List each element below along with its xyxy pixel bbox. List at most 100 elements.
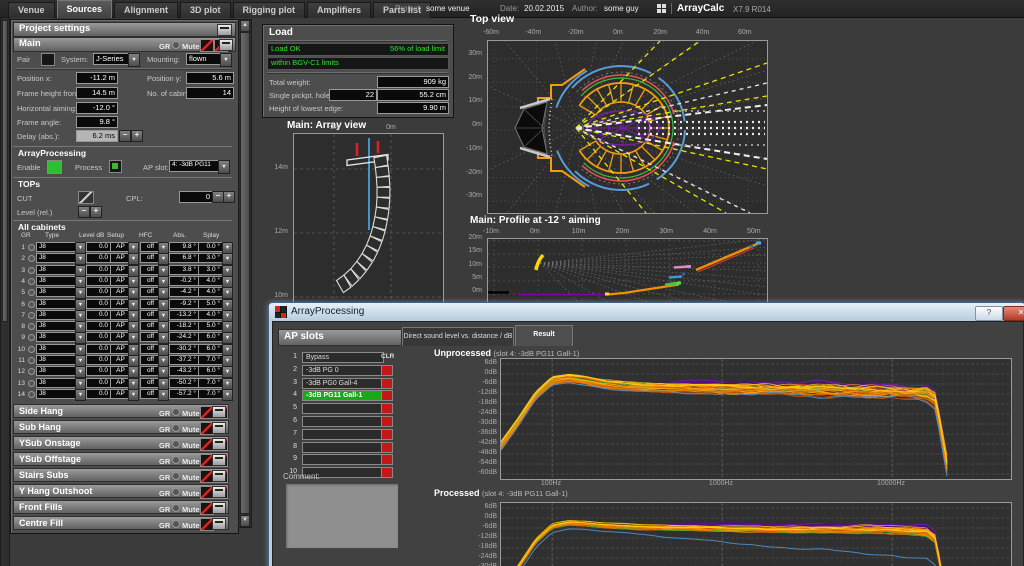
main-section-header[interactable]: Main GR Mute [13, 37, 236, 52]
cabinet-setup-dropdown-button[interactable]: ▼ [128, 253, 139, 265]
cabinet-hfc-dropdown-button[interactable]: ▼ [158, 321, 169, 333]
cut-button[interactable] [78, 191, 94, 204]
clr-button[interactable] [381, 454, 393, 465]
cabinet-hfc-dropdown-button[interactable]: ▼ [158, 332, 169, 344]
collapse-group-button[interactable] [212, 502, 226, 514]
cabinet-level-field[interactable]: 0.0 [86, 366, 111, 376]
cabinet-level-field[interactable]: 0.0 [86, 242, 111, 252]
cabinet-type-select[interactable]: J8 [36, 299, 78, 309]
collapse-group-button[interactable] [212, 422, 226, 434]
cabinet-gr-indicator[interactable] [28, 380, 35, 387]
ap-slot-6[interactable] [302, 416, 384, 427]
cabinet-level-field[interactable]: 0.0 [86, 321, 111, 331]
cabinet-hfc-dropdown-button[interactable]: ▼ [158, 242, 169, 254]
aiming-field[interactable]: -12.0 ° [76, 102, 118, 114]
cabinet-level-field[interactable]: 0.0 [86, 344, 111, 354]
cabinet-gr-indicator[interactable] [28, 368, 35, 375]
project-settings-scrollbar[interactable]: ▲ ▼ [238, 19, 252, 528]
cpl-plus-button[interactable]: + [223, 191, 235, 203]
collapse-project-settings-button[interactable] [217, 24, 232, 36]
cabinet-gr-indicator[interactable] [28, 289, 35, 296]
gr-indicator[interactable] [172, 520, 180, 528]
cabinet-splay-dropdown-button[interactable]: ▼ [222, 332, 233, 344]
cabinet-splay-field[interactable]: 7.0 ° [198, 355, 223, 365]
cabinet-type-select[interactable]: J8 [36, 389, 78, 399]
tab-venue[interactable]: Venue [8, 2, 55, 18]
cabinet-level-field[interactable]: 0.0 [86, 310, 111, 320]
ap-slot-select[interactable]: 4: -3dB PG11 [169, 160, 221, 172]
collapse-group-button[interactable] [212, 438, 226, 450]
ap-tab-direct-sound[interactable]: Direct sound level vs. distance / dB [402, 327, 514, 346]
cabinet-setup-dropdown-button[interactable]: ▼ [128, 378, 139, 390]
group-header-ysub-offstage[interactable]: YSub OffstageGRMute [13, 452, 229, 466]
cabinet-splay-field[interactable]: 6.0 ° [198, 344, 223, 354]
ap-slot-2[interactable]: -3dB PG 0 [302, 365, 384, 376]
cabinet-type-dropdown-button[interactable]: ▼ [75, 321, 86, 333]
gr-indicator[interactable] [172, 456, 180, 464]
cabinet-splay-dropdown-button[interactable]: ▼ [222, 299, 233, 311]
cabinet-splay-field[interactable]: 4.0 ° [198, 310, 223, 320]
cabinet-setup-dropdown-button[interactable]: ▼ [128, 310, 139, 322]
cabinet-gr-indicator[interactable] [28, 255, 35, 262]
cabinet-splay-field[interactable]: 5.0 ° [198, 299, 223, 309]
cabinet-type-select[interactable]: J8 [36, 253, 78, 263]
cabinet-type-dropdown-button[interactable]: ▼ [75, 366, 86, 378]
cabinet-splay-field[interactable]: 7.0 ° [198, 389, 223, 399]
ap-slot-5[interactable] [302, 403, 384, 414]
cabinet-hfc-dropdown-button[interactable]: ▼ [158, 287, 169, 299]
cabinet-splay-dropdown-button[interactable]: ▼ [222, 344, 233, 356]
cabinet-type-dropdown-button[interactable]: ▼ [75, 344, 86, 356]
cabinet-hfc-dropdown-button[interactable]: ▼ [158, 366, 169, 378]
gr-indicator[interactable] [172, 488, 180, 496]
cabinet-gr-indicator[interactable] [28, 244, 35, 251]
frame-angle-field[interactable]: 9.8 ° [76, 116, 118, 128]
collapse-group-button[interactable] [212, 486, 226, 498]
cabinet-type-dropdown-button[interactable]: ▼ [75, 253, 86, 265]
cabinet-splay-field[interactable]: 7.0 ° [198, 378, 223, 388]
clr-button[interactable] [381, 378, 393, 389]
cabinet-type-dropdown-button[interactable]: ▼ [75, 265, 86, 277]
gr-indicator[interactable] [172, 424, 180, 432]
cabinet-type-select[interactable]: J8 [36, 321, 78, 331]
cabinet-splay-dropdown-button[interactable]: ▼ [222, 378, 233, 390]
cabinet-hfc-dropdown-button[interactable]: ▼ [158, 276, 169, 288]
cabinet-level-field[interactable]: 0.0 [86, 299, 111, 309]
cabinet-type-dropdown-button[interactable]: ▼ [75, 276, 86, 288]
cabinet-splay-field[interactable]: 0.0 ° [198, 242, 223, 252]
group-header-stairs-subs[interactable]: Stairs SubsGRMute [13, 468, 229, 482]
cabinet-splay-field[interactable]: 3.0 ° [198, 253, 223, 263]
group-header-side-hang[interactable]: Side HangGRMute [13, 404, 229, 418]
cabinet-gr-indicator[interactable] [28, 346, 35, 353]
array-view-plot[interactable] [293, 133, 444, 305]
cabinet-gr-indicator[interactable] [28, 323, 35, 330]
cabinet-type-select[interactable]: J8 [36, 378, 78, 388]
ap-slot-8[interactable] [302, 442, 384, 453]
frame-height-field[interactable]: 14.5 m [76, 87, 118, 99]
scroll-down-icon[interactable]: ▼ [240, 515, 250, 527]
tab-3d-plot[interactable]: 3D plot [180, 2, 231, 18]
delay-plus-button[interactable]: + [131, 130, 143, 142]
cabinet-level-field[interactable]: 0.0 [86, 265, 111, 275]
ap-tab-result[interactable]: Result [515, 325, 573, 346]
cabinet-splay-dropdown-button[interactable]: ▼ [222, 366, 233, 378]
ap-slot-9[interactable] [302, 454, 384, 465]
collapse-main-button[interactable] [219, 39, 233, 51]
cabinet-level-field[interactable]: 0.0 [86, 287, 111, 297]
chart-plot-processed[interactable] [500, 502, 1012, 566]
cabinet-type-select[interactable]: J8 [36, 265, 78, 275]
cabinet-setup-dropdown-button[interactable]: ▼ [128, 355, 139, 367]
process-checkbox[interactable] [109, 160, 122, 173]
tab-alignment[interactable]: Alignment [114, 2, 178, 18]
cabinet-setup-dropdown-button[interactable]: ▼ [128, 299, 139, 311]
cabinet-splay-field[interactable]: 6.0 ° [198, 332, 223, 342]
help-button[interactable]: ? [975, 306, 1003, 321]
cabinet-type-dropdown-button[interactable]: ▼ [75, 299, 86, 311]
close-button[interactable]: ✕ [1003, 306, 1024, 321]
cabinet-setup-dropdown-button[interactable]: ▼ [128, 265, 139, 277]
ap-slot-7[interactable] [302, 429, 384, 440]
cabinet-gr-indicator[interactable] [28, 334, 35, 341]
scroll-up-icon[interactable]: ▲ [240, 20, 250, 32]
cabinet-splay-field[interactable]: 4.0 ° [198, 276, 223, 286]
tab-sources[interactable]: Sources [57, 0, 113, 18]
group-header-ysub-onstage[interactable]: YSub OnstageGRMute [13, 436, 229, 450]
